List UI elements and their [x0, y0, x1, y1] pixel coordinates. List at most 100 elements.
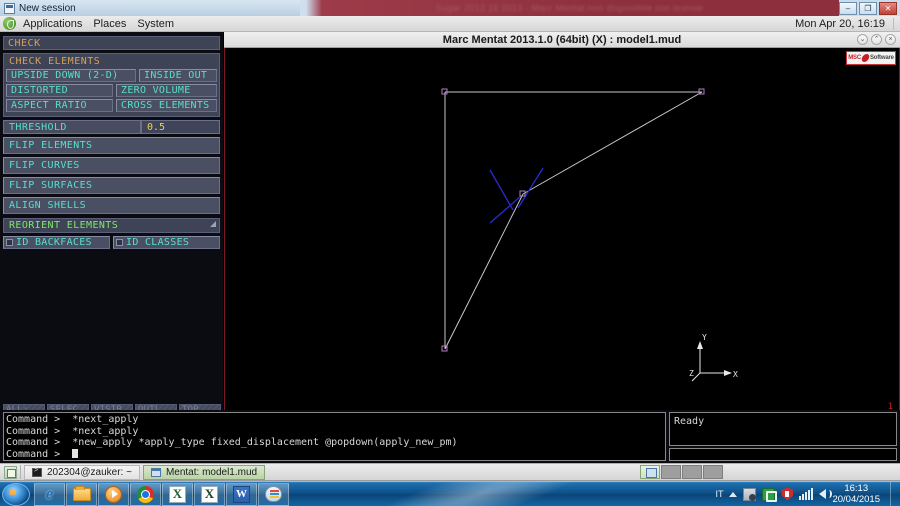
button-distorted[interactable]: DISTORTED: [6, 84, 113, 97]
play-glyph: [105, 485, 122, 503]
mentat-maximize-button[interactable]: ⌃: [871, 34, 882, 45]
gnome-panel: Applications Places System Mon Apr 20, 1…: [0, 16, 900, 32]
msc-swoosh-icon: [860, 54, 871, 62]
checkbox-icon: [116, 239, 123, 246]
show-desktop-icon[interactable]: [4, 465, 17, 479]
internet-explorer-icon[interactable]: e: [34, 482, 65, 506]
window-icon: [150, 467, 161, 477]
linux-taskbar: 202304@zauker: ~ Mentat: model1.mud: [0, 463, 900, 481]
remote-title-text: Sugar 2013 16 2013 - Marc Mentat non dis…: [435, 3, 704, 13]
taskbar-item-mentat[interactable]: Mentat: model1.mud: [142, 464, 266, 480]
workspace-3[interactable]: [682, 465, 702, 479]
model-viewport[interactable]: Y X Z MSC Software 1: [224, 48, 900, 414]
start-button[interactable]: [2, 482, 30, 506]
button-align-shells[interactable]: ALIGN SHELLS: [3, 197, 220, 214]
restore-button[interactable]: ❐: [859, 1, 877, 15]
mentat-minimize-button[interactable]: ⌄: [857, 34, 868, 45]
session-window-controls: – ❐ ✕: [839, 0, 900, 16]
clock[interactable]: 16:13 20/04/2015: [832, 483, 884, 505]
id-classes-label: ID CLASSES: [126, 237, 190, 248]
id-backfaces-label: ID BACKFACES: [16, 237, 92, 248]
screen: New session Sugar 2013 16 2013 - Marc Me…: [0, 0, 900, 506]
paint-icon[interactable]: [258, 482, 289, 506]
network-icon[interactable]: [762, 487, 778, 502]
command-line: Command > *new_apply *apply_type fixed_d…: [6, 437, 458, 448]
mentat-close-button[interactable]: ×: [885, 34, 896, 45]
button-flip-elements[interactable]: FLIP ELEMENTS: [3, 137, 220, 154]
axis-triad-icon: [691, 341, 732, 382]
workspace-4[interactable]: [703, 465, 723, 479]
file-explorer-icon[interactable]: [66, 482, 97, 506]
session-title-left: New session: [0, 0, 300, 16]
menu-applications[interactable]: Applications: [23, 18, 82, 30]
toggle-id-backfaces[interactable]: ID BACKFACES: [3, 236, 110, 249]
status-box: Ready: [669, 412, 897, 446]
workspace-2[interactable]: [661, 465, 681, 479]
workspace-switcher[interactable]: [640, 465, 723, 479]
gnome-foot-icon[interactable]: [3, 17, 16, 30]
security-shield-icon[interactable]: [781, 487, 794, 501]
edge-diag-upper: [522, 91, 703, 195]
status-column: Ready: [669, 412, 897, 461]
excel-glyph: X: [169, 485, 186, 503]
button-inside-out[interactable]: INSIDE OUT: [139, 69, 217, 82]
excel-alt-icon[interactable]: X: [194, 482, 225, 506]
command-line: Command > *next_apply: [6, 425, 139, 437]
gnome-menu-bar: Applications Places System: [23, 18, 174, 30]
status-text: Ready: [674, 416, 705, 427]
mentat-window: Marc Mentat 2013.1.0 (64bit) (X) : model…: [0, 32, 900, 463]
button-cross-elements[interactable]: CROSS ELEMENTS: [116, 99, 217, 112]
command-log[interactable]: Command > *next_apply Command > *next_ap…: [3, 412, 666, 461]
show-hidden-icons[interactable]: [729, 491, 738, 497]
threshold-label: THRESHOLD: [3, 120, 141, 134]
submenu-arrow-icon: [210, 221, 216, 227]
mentat-window-title: Marc Mentat 2013.1.0 (64bit) (X) : model…: [442, 33, 682, 46]
button-upside-down-2d[interactable]: UPSIDE DOWN (2-D): [6, 69, 136, 82]
taskbar-item-terminal-label: 202304@zauker: ~: [47, 466, 132, 478]
command-area: Command > *next_apply Command > *next_ap…: [0, 410, 900, 463]
gnome-panel-right: Mon Apr 20, 16:19: [795, 17, 900, 30]
media-player-icon[interactable]: [98, 482, 129, 506]
button-zero-volume[interactable]: ZERO VOLUME: [116, 84, 217, 97]
session-title: New session: [19, 2, 76, 14]
system-tray: IT 16:13 20/04/2015: [715, 482, 900, 506]
gnome-clock[interactable]: Mon Apr 20, 16:19: [795, 18, 885, 30]
check-row-1: UPSIDE DOWN (2-D) INSIDE OUT: [6, 69, 217, 82]
id-toggle-row: ID BACKFACES ID CLASSES: [3, 236, 220, 249]
close-button[interactable]: ✕: [879, 1, 897, 15]
button-reorient-elements[interactable]: REORIENT ELEMENTS: [3, 218, 220, 233]
menu-places[interactable]: Places: [93, 18, 126, 30]
toggle-id-classes[interactable]: ID CLASSES: [113, 236, 220, 249]
menu-system[interactable]: System: [137, 18, 174, 30]
button-aspect-ratio[interactable]: ASPECT RATIO: [6, 99, 113, 112]
workspace-1[interactable]: [640, 465, 660, 479]
check-row-2: DISTORTED ZERO VOLUME: [6, 84, 217, 97]
taskbar-item-terminal[interactable]: 202304@zauker: ~: [24, 464, 140, 480]
threshold-input[interactable]: 0.5: [141, 120, 220, 134]
folder-glyph: [72, 485, 91, 501]
show-desktop-button[interactable]: [890, 482, 898, 506]
threshold-field: THRESHOLD 0.5: [3, 120, 220, 134]
boundary-condition-marker: [489, 167, 544, 224]
model-canvas[interactable]: Y X Z: [225, 48, 899, 412]
language-indicator[interactable]: IT: [715, 489, 723, 499]
msc-logo-text-left: MSC: [848, 55, 861, 61]
signal-bars-icon[interactable]: [799, 488, 814, 500]
clock-date: 20/04/2015: [832, 494, 880, 505]
chrome-icon[interactable]: [130, 482, 161, 506]
button-flip-surfaces[interactable]: FLIP SURFACES: [3, 177, 220, 194]
flag-action-center-icon[interactable]: [743, 487, 757, 501]
word-icon[interactable]: W: [226, 482, 257, 506]
command-input-line[interactable]: Command >: [6, 448, 663, 461]
windows-taskbar: e X X W IT 16:13 20/04/2015: [0, 481, 900, 506]
minimize-button[interactable]: –: [839, 1, 857, 15]
model-nodes: [441, 88, 705, 352]
session-window-icon: [4, 2, 15, 14]
edge-diag-lower: [444, 193, 524, 350]
axis-label-y: Y: [702, 333, 707, 342]
mentat-title-bar: Marc Mentat 2013.1.0 (64bit) (X) : model…: [224, 32, 900, 48]
volume-icon[interactable]: [819, 489, 833, 499]
button-flip-curves[interactable]: FLIP CURVES: [3, 157, 220, 174]
excel-icon[interactable]: X: [162, 482, 193, 506]
check-elements-group: CHECK ELEMENTS UPSIDE DOWN (2-D) INSIDE …: [3, 53, 220, 117]
